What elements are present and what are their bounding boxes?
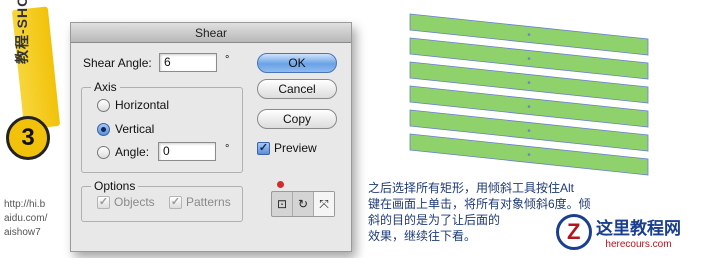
degree-symbol: ° [225, 54, 230, 66]
warning-dot-icon [277, 181, 284, 188]
radio-indicator [97, 145, 110, 159]
ok-button[interactable]: OK [257, 53, 337, 73]
caption-line: 之后选择所有矩形，用倾斜工具按住Alt [368, 181, 575, 195]
center-point [527, 33, 531, 36]
axis-angle-radio[interactable]: Angle: [97, 145, 149, 159]
preview-label: Preview [274, 141, 317, 155]
center-point [527, 57, 531, 60]
side-tab-title: 教程-SHOW酱 [14, 0, 30, 64]
radio-indicator [97, 98, 110, 112]
credit-line: aishow7 [4, 227, 41, 238]
patterns-label: Patterns [186, 195, 231, 209]
degree-symbol: ° [225, 143, 230, 155]
logo-text-cn: 这里教程网 [596, 219, 681, 238]
tool-icon-strip: ⊡ ↻ ⤧ [271, 191, 335, 217]
credit-line: http://hi.b [4, 199, 46, 210]
transform-object-icon[interactable]: ⊡ [272, 192, 293, 216]
objects-checkbox[interactable]: ✓ Objects [97, 195, 155, 209]
rotate-icon[interactable]: ↻ [293, 192, 314, 216]
step-number-badge: 3 [6, 116, 50, 160]
objects-label: Objects [114, 195, 155, 209]
center-point [527, 81, 531, 84]
radio-indicator-selected [97, 122, 110, 136]
center-point [527, 129, 531, 132]
credit-line: aidu.com/ [4, 213, 48, 224]
preview-checkbox[interactable]: ✓ Preview [257, 141, 317, 155]
checkmark-icon: ✓ [97, 195, 110, 209]
axis-group-label: Axis [91, 80, 120, 94]
tutorial-side-tab: 教程-SHOW酱 3 [0, 0, 61, 160]
axis-vertical-radio[interactable]: Vertical [97, 122, 154, 136]
center-point [527, 153, 531, 156]
site-logo: 这里教程网 herecours.com [556, 210, 698, 254]
logo-mark-icon [556, 214, 592, 250]
axis-horizontal-radio[interactable]: Horizontal [97, 98, 169, 112]
axis-angle-label: Angle: [115, 145, 150, 159]
artboard-sheared-rectangles [409, 13, 649, 176]
center-point [527, 105, 531, 108]
logo-text-en: herecours.com [605, 239, 672, 250]
shear-angle-input[interactable]: 6 [159, 53, 217, 72]
source-credit: http://hi.b aidu.com/ aishow7 [4, 198, 47, 240]
checkmark-icon: ✓ [257, 141, 270, 155]
axis-angle-input[interactable]: 0 [158, 142, 216, 161]
copy-button[interactable]: Copy [257, 109, 337, 129]
shear-dialog: Shear Shear Angle: 6 ° Axis Horizontal V… [70, 22, 352, 252]
cancel-button[interactable]: Cancel [257, 79, 337, 99]
axis-horizontal-label: Horizontal [115, 98, 170, 112]
dialog-title: Shear [71, 23, 351, 43]
axis-vertical-label: Vertical [115, 122, 155, 136]
checkmark-icon: ✓ [169, 195, 182, 209]
shear-angle-label: Shear Angle: [83, 56, 152, 70]
patterns-checkbox[interactable]: ✓ Patterns [169, 195, 231, 209]
options-group-label: Options [91, 179, 139, 193]
shear-tool-icon[interactable]: ⤧ [314, 192, 334, 216]
